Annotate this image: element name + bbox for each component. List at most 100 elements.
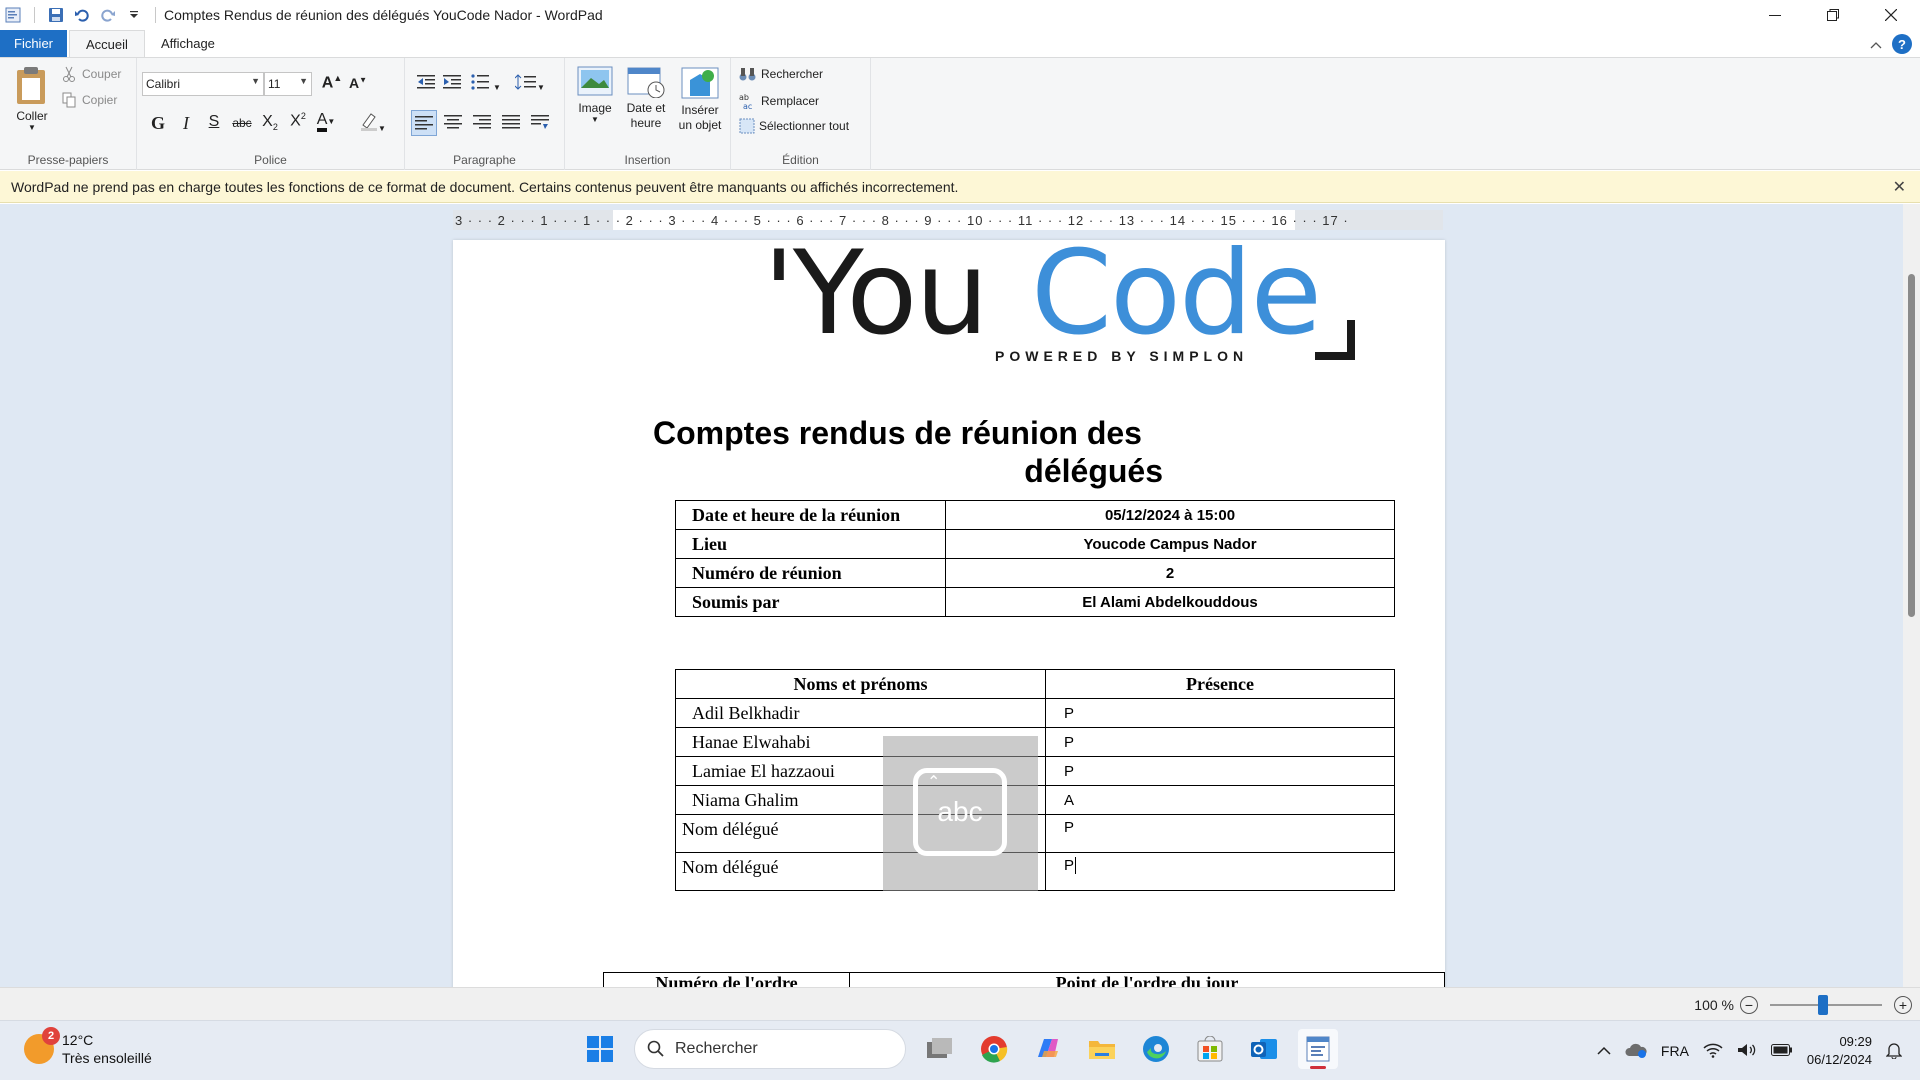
copy-button[interactable]: Copier (62, 92, 117, 108)
weather-widget[interactable]: 2 12°C Très ensoleillé (24, 1027, 152, 1067)
copilot-icon[interactable] (1028, 1029, 1068, 1069)
font-family-combo[interactable]: Calibri ▼ (142, 72, 264, 96)
attendee-presence[interactable]: P (1045, 814, 1395, 853)
wifi-icon[interactable] (1703, 1042, 1723, 1061)
close-infobar-icon[interactable]: ✕ (1893, 177, 1906, 197)
edge-icon[interactable] (1136, 1029, 1176, 1069)
meeting-info-table[interactable]: Date et heure de la réunion 05/12/2024 à… (675, 500, 1395, 617)
show-hidden-icons-icon[interactable] (1597, 1043, 1611, 1059)
column-header-presence[interactable]: Présence (1045, 669, 1395, 699)
outlook-icon[interactable] (1244, 1029, 1284, 1069)
file-explorer-icon[interactable] (1082, 1029, 1122, 1069)
scrollbar-thumb[interactable] (1908, 274, 1915, 617)
insert-image-button[interactable]: Image ▼ (573, 66, 617, 124)
help-icon[interactable]: ? (1892, 34, 1912, 54)
justify-icon[interactable] (498, 114, 524, 135)
meeting-label[interactable]: Soumis par (675, 587, 946, 617)
decrease-indent-icon[interactable] (413, 74, 439, 95)
document-page[interactable]: 'You Code POWERED BY SIMPLON Comptes ren… (453, 226, 1445, 987)
font-size-combo[interactable]: 11 ▼ (264, 72, 312, 96)
youcode-logo: 'You Code POWERED BY SIMPLON (763, 226, 1363, 370)
attendee-presence[interactable]: P (1045, 698, 1395, 728)
scissors-icon (63, 66, 75, 82)
find-button[interactable]: Rechercher (739, 66, 823, 82)
attendee-presence[interactable]: P (1045, 756, 1395, 786)
redo-icon[interactable] (99, 6, 117, 24)
save-icon[interactable] (47, 6, 65, 24)
zoom-control: 100 % − + (1694, 988, 1920, 1021)
taskbar-search[interactable]: Rechercher (634, 1029, 906, 1069)
font-color-icon[interactable]: A▼ (313, 111, 339, 132)
meeting-value[interactable]: 2 (945, 558, 1395, 588)
meeting-label[interactable]: Date et heure de la réunion (675, 500, 946, 530)
column-header-name[interactable]: Noms et prénoms (675, 669, 1046, 699)
attendee-presence[interactable]: A (1045, 785, 1395, 815)
input-mode-overlay: ⌃ abc (883, 736, 1038, 891)
start-button[interactable] (580, 1029, 620, 1069)
increase-indent-icon[interactable] (439, 74, 465, 95)
clock[interactable]: 09:29 06/12/2024 (1807, 1033, 1872, 1069)
logo-code: Code (1031, 226, 1322, 361)
column-header-point[interactable]: Point de l'ordre du jour (849, 972, 1445, 987)
wordpad-taskbar-icon[interactable] (1298, 1029, 1338, 1069)
subscript-icon[interactable]: X2 (257, 113, 283, 132)
notification-bell-icon[interactable] (1885, 1041, 1903, 1062)
close-icon[interactable] (1862, 0, 1920, 30)
undo-icon[interactable] (73, 6, 91, 24)
restore-icon[interactable] (1804, 0, 1862, 30)
meeting-value[interactable]: Youcode Campus Nador (945, 529, 1395, 559)
task-view-icon[interactable] (920, 1029, 960, 1069)
collapse-ribbon-icon[interactable] (1870, 37, 1882, 52)
align-center-icon[interactable] (440, 114, 466, 135)
column-header-number[interactable]: Numéro de l'ordre (603, 972, 850, 987)
align-left-icon[interactable] (411, 110, 437, 136)
tab-file[interactable]: Fichier (0, 30, 68, 57)
meeting-label[interactable]: Lieu (675, 529, 946, 559)
attendee-presence-editing[interactable]: P (1045, 852, 1395, 891)
insert-object-button[interactable]: Insérer un objet (673, 66, 727, 133)
minimize-icon[interactable] (1746, 0, 1804, 30)
tab-view[interactable]: Affichage (145, 30, 231, 57)
zoom-out-icon[interactable]: − (1740, 995, 1758, 1014)
zoom-in-icon[interactable]: + (1894, 995, 1912, 1014)
tab-home[interactable]: Accueil (69, 30, 145, 57)
binoculars-icon (739, 68, 756, 81)
paragraph-settings-icon[interactable] (527, 114, 553, 135)
battery-icon[interactable] (1770, 1043, 1793, 1059)
attendee-name[interactable]: Adil Belkhadir (675, 698, 1046, 728)
strikethrough-button[interactable]: abc (229, 116, 255, 130)
agenda-table[interactable]: Numéro de l'ordre Point de l'ordre du jo… (603, 972, 1445, 987)
grow-font-icon[interactable]: A▲ (319, 73, 345, 92)
vertical-scrollbar[interactable] (1903, 204, 1920, 987)
cut-button[interactable]: Couper (62, 66, 121, 82)
line-spacing-icon[interactable]: ▼ (513, 74, 547, 95)
insert-datetime-button[interactable]: Date et heure (621, 66, 671, 131)
meeting-value[interactable]: El Alami Abdelkouddous (945, 587, 1395, 617)
image-dropdown-icon[interactable]: ▼ (573, 115, 617, 124)
bold-button[interactable]: G (145, 113, 171, 134)
store-icon[interactable] (1190, 1029, 1230, 1069)
align-right-icon[interactable] (469, 114, 495, 135)
volume-icon[interactable] (1737, 1042, 1757, 1061)
zoom-slider[interactable] (1770, 994, 1882, 1015)
select-all-button[interactable]: Sélectionner tout (739, 118, 849, 134)
italic-button[interactable]: I (173, 113, 199, 134)
superscript-icon[interactable]: X2 (285, 111, 311, 130)
document-title[interactable]: Comptes rendus de réunion des délégués (653, 414, 1163, 490)
document-workspace[interactable]: 3 · · · 2 · · · 1 · · · 1 · · · 2 · · · … (0, 204, 1920, 987)
language-indicator[interactable]: FRA (1661, 1043, 1689, 1059)
attendee-presence[interactable]: P (1045, 727, 1395, 757)
meeting-value[interactable]: 05/12/2024 à 15:00 (945, 500, 1395, 530)
paste-button[interactable]: Coller ▼ (12, 66, 52, 132)
customize-qat-icon[interactable] (125, 6, 143, 24)
chrome-icon[interactable] (974, 1029, 1014, 1069)
zoom-slider-knob[interactable] (1818, 994, 1828, 1015)
bullet-list-icon[interactable]: ▼ (469, 74, 503, 95)
paste-dropdown-icon[interactable]: ▼ (12, 123, 52, 132)
highlight-icon[interactable]: ▼ (355, 111, 391, 136)
shrink-font-icon[interactable]: A▼ (345, 75, 371, 91)
meeting-label[interactable]: Numéro de réunion (675, 558, 946, 588)
onedrive-icon[interactable] (1625, 1042, 1647, 1061)
underline-button[interactable]: S (201, 113, 227, 131)
replace-button[interactable]: ab ac Remplacer (739, 92, 819, 110)
